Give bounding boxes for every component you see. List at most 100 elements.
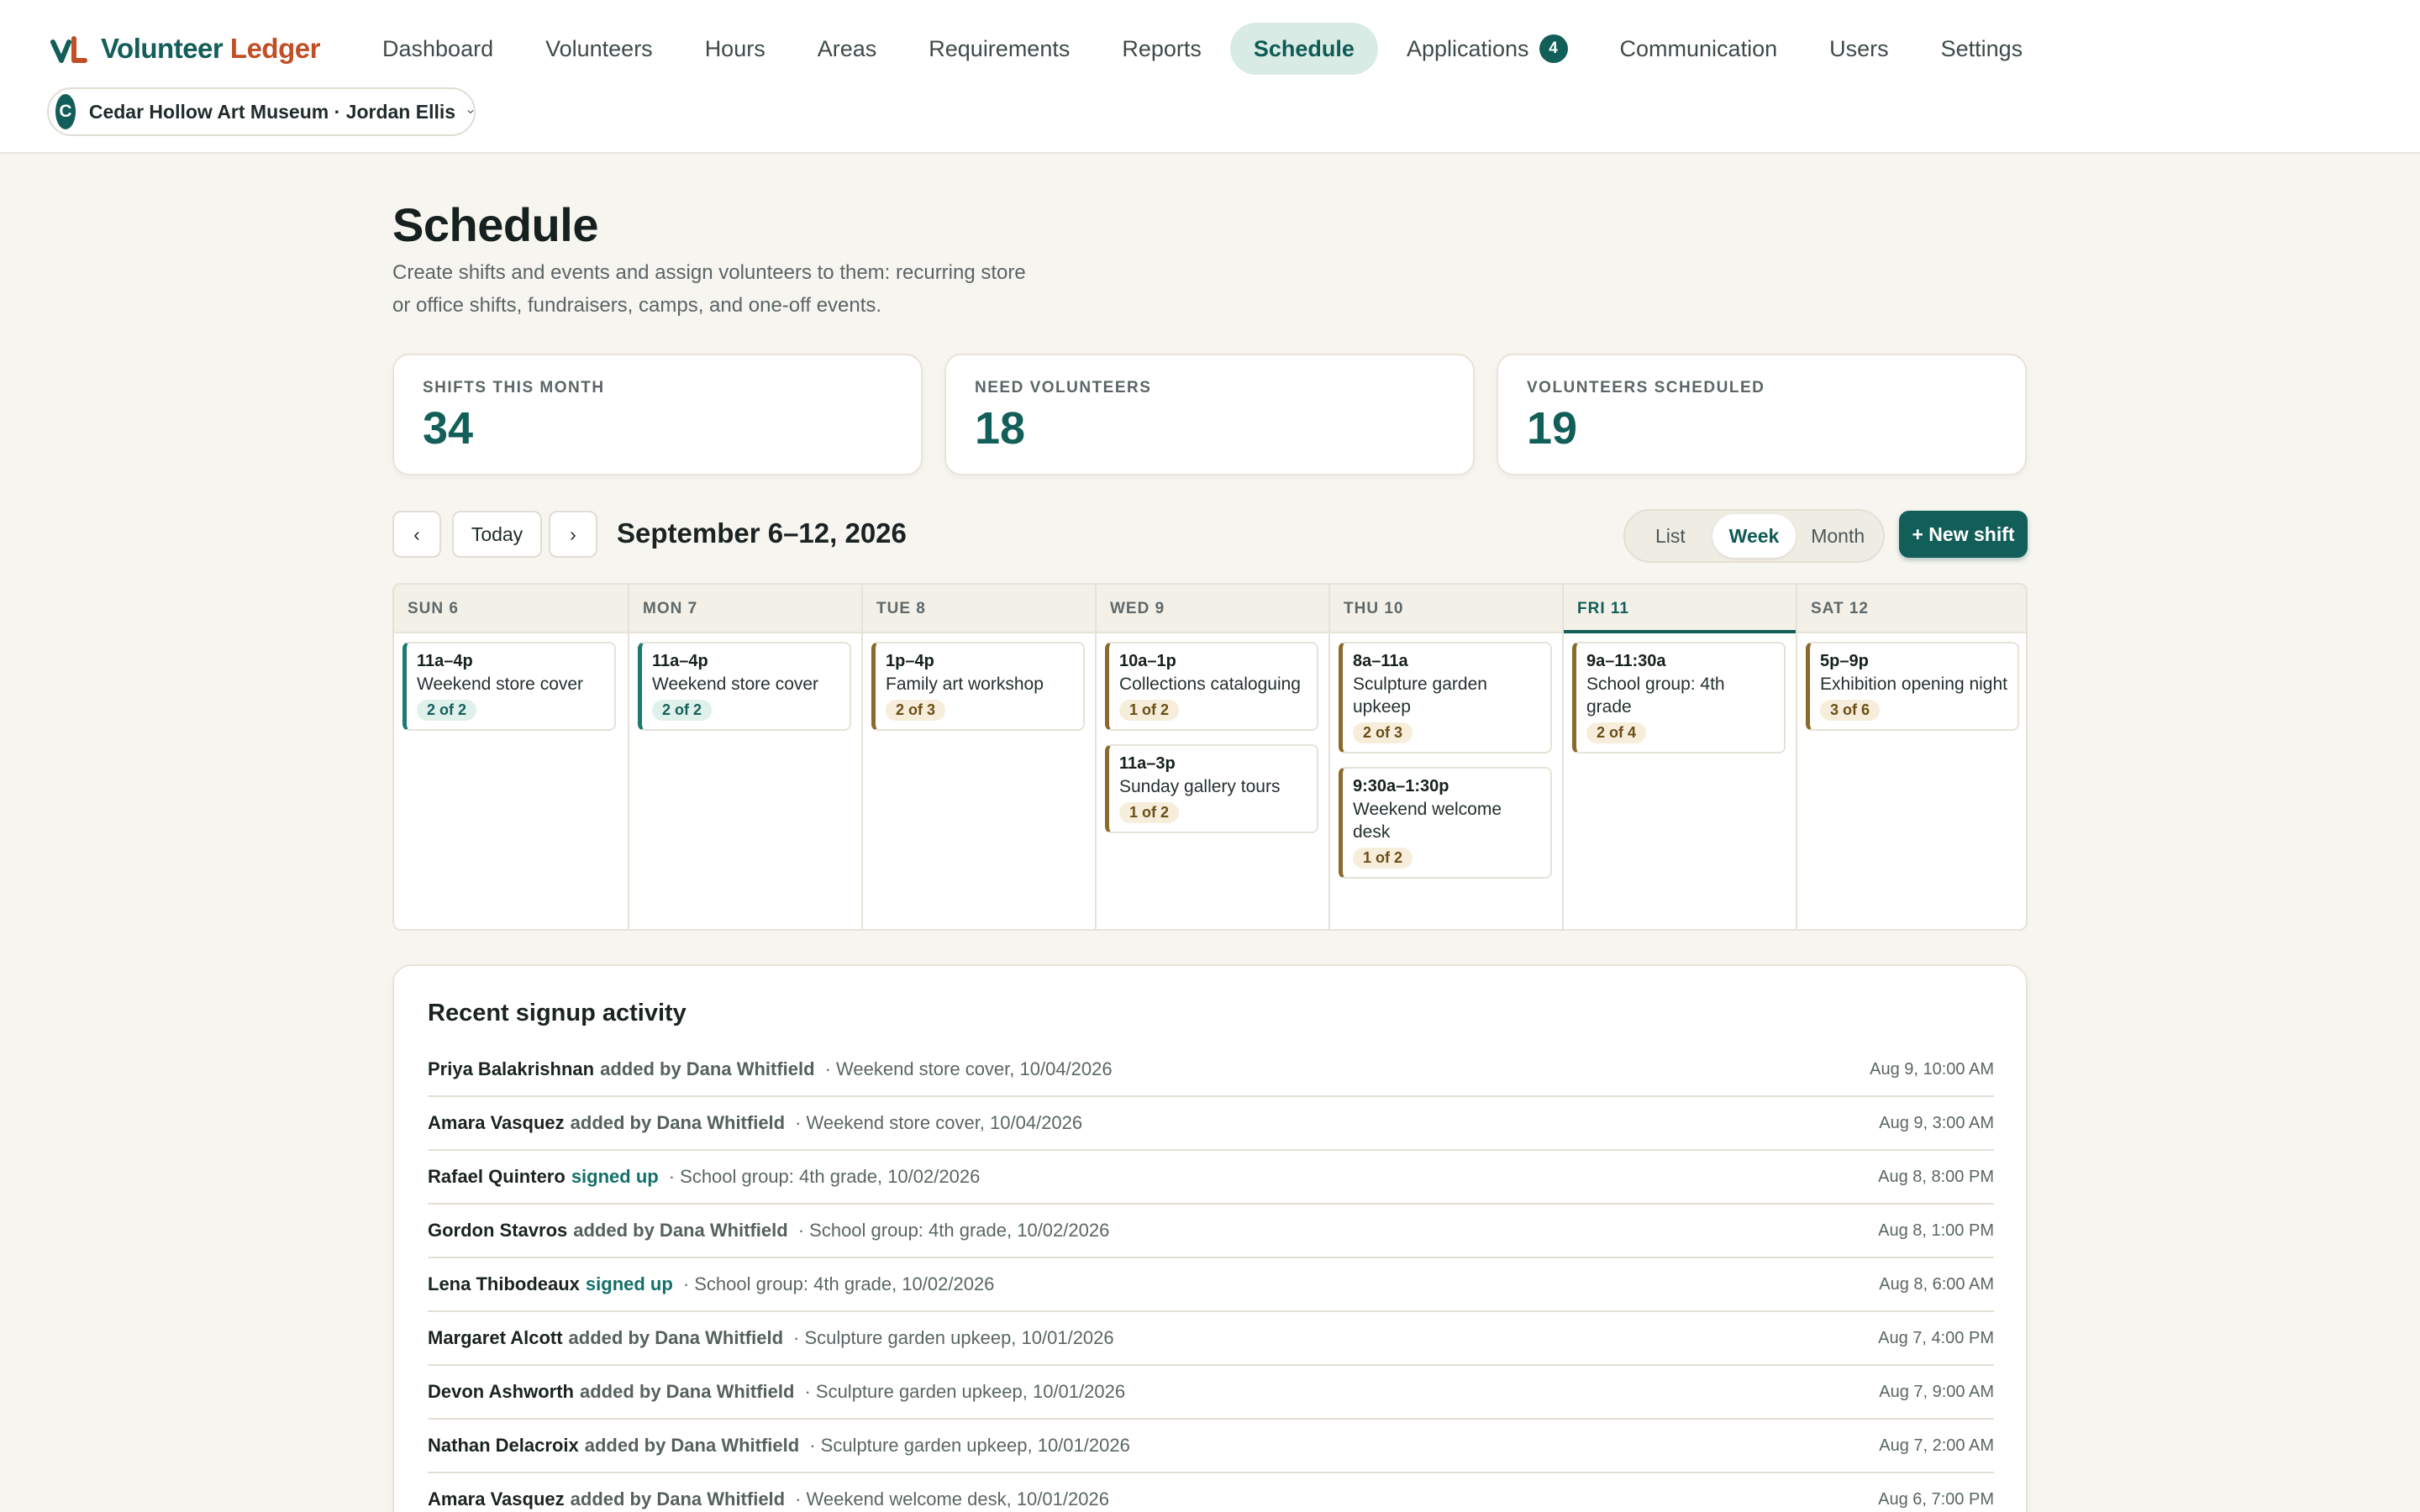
day-label: SUN 6 <box>408 600 459 617</box>
shift-card[interactable]: 11a–4p Weekend store cover 2 of 2 <box>402 642 616 731</box>
day-column-thu: THU 10 8a–11a Sculpture garden upkeep 2 … <box>1328 585 1562 929</box>
volunteer-name[interactable]: Gordon Stavros <box>428 1220 567 1242</box>
next-week-button[interactable]: › <box>549 511 597 558</box>
page-title: Schedule <box>392 198 598 251</box>
activity-action: added by Dana Whitfield <box>584 1435 800 1456</box>
view-week-option[interactable]: Week <box>1712 514 1797 558</box>
new-shift-button[interactable]: + New shift <box>1899 511 2028 558</box>
week-calendar: SUN 6 11a–4p Weekend store cover 2 of 2 … <box>392 583 2028 931</box>
shift-time: 11a–4p <box>652 652 708 670</box>
shift-card[interactable]: 8a–11a Sculpture garden upkeep 2 of 3 <box>1339 642 1552 753</box>
shift-time: 9:30a–1:30p <box>1353 777 1449 795</box>
activity-detail: · Weekend store cover, 10/04/2026 <box>795 1112 1083 1133</box>
volunteer-name[interactable]: Amara Vasquez <box>428 1112 565 1134</box>
activity-row: Amara Vasquez added by Dana Whitfield · … <box>428 1473 1994 1512</box>
activity-row: Rafael Quintero signed up · School group… <box>428 1151 1994 1205</box>
activity-row: Nathan Delacroix added by Dana Whitfield… <box>428 1420 1994 1473</box>
shift-time: 5p–9p <box>1820 652 1869 670</box>
shift-card[interactable]: 11a–3p Sunday gallery tours 1 of 2 <box>1105 744 1318 833</box>
shift-card[interactable]: 11a–4p Weekend store cover 2 of 2 <box>638 642 851 731</box>
volunteer-name[interactable]: Margaret Alcott <box>428 1327 563 1349</box>
day-label: TUE 8 <box>876 600 926 617</box>
activity-row: Devon Ashworth added by Dana Whitfield ·… <box>428 1366 1994 1420</box>
view-toggle: List Week Month <box>1623 509 1885 563</box>
activity-action: added by Dana Whitfield <box>579 1381 795 1402</box>
org-avatar: C <box>55 94 76 129</box>
volunteer-name[interactable]: Nathan Delacroix <box>428 1435 579 1457</box>
shift-card[interactable]: 5p–9p Exhibition opening night 3 of 6 <box>1806 642 2019 731</box>
nav-settings[interactable]: Settings <box>1918 23 2047 75</box>
stat-value: 19 <box>1527 403 1578 454</box>
nav-schedule[interactable]: Schedule <box>1229 23 1378 75</box>
shift-card[interactable]: 1p–4p Family art workshop 2 of 3 <box>871 642 1085 731</box>
stat-label: VOLUNTEERS SCHEDULED <box>1527 379 1765 396</box>
view-month-option[interactable]: Month <box>1796 514 1880 558</box>
activity-row: Gordon Stavros added by Dana Whitfield ·… <box>428 1205 1994 1258</box>
activity-timestamp: Aug 7, 9:00 AM <box>1879 1382 1994 1401</box>
volunteer-name[interactable]: Devon Ashworth <box>428 1381 574 1403</box>
volunteer-name[interactable]: Rafael Quintero <box>428 1166 566 1188</box>
nav-hours[interactable]: Hours <box>681 23 789 75</box>
recent-signup-activity-panel: Recent signup activity Priya Balakrishna… <box>392 964 2028 1512</box>
previous-week-button[interactable]: ‹ <box>392 511 441 558</box>
shift-title: Collections cataloguing <box>1119 675 1301 694</box>
activity-row: Priya Balakrishnan added by Dana Whitfie… <box>428 1043 1994 1097</box>
shift-title: Exhibition opening night <box>1820 675 2008 694</box>
nav-dashboard[interactable]: Dashboard <box>359 23 517 75</box>
nav-applications[interactable]: Applications 4 <box>1383 23 1591 75</box>
page-description: Create shifts and events and assign volu… <box>392 261 1026 317</box>
chevron-down-icon <box>467 110 474 113</box>
activity-action: signed up <box>571 1166 659 1187</box>
organization-selector[interactable]: C Cedar Hollow Art Museum · Jordan Ellis <box>47 87 476 136</box>
activity-detail: · Sculpture garden upkeep, 10/01/2026 <box>793 1327 1114 1348</box>
day-label: WED 9 <box>1110 600 1165 617</box>
activity-detail: · School group: 4th grade, 10/02/2026 <box>668 1166 981 1187</box>
activity-timestamp: Aug 6, 7:00 PM <box>1878 1489 1994 1509</box>
shift-title: Weekend store cover <box>417 675 584 694</box>
activity-list: Priya Balakrishnan added by Dana Whitfie… <box>428 1043 1994 1512</box>
schedule-toolbar: ‹ Today › September 6–12, 2026 List Week… <box>392 509 2028 563</box>
activity-row: Margaret Alcott added by Dana Whitfield … <box>428 1312 1994 1366</box>
activity-detail: · Weekend welcome desk, 10/01/2026 <box>795 1488 1109 1509</box>
shift-card[interactable]: 10a–1p Collections cataloguing 1 of 2 <box>1105 642 1318 731</box>
stat-label: NEED VOLUNTEERS <box>975 379 1152 396</box>
nav-requirements[interactable]: Requirements <box>905 23 1093 75</box>
stat-card-volunteers-scheduled: VOLUNTEERS SCHEDULED 19 <box>1497 354 2027 475</box>
shift-fill-badge: 3 of 6 <box>1820 700 1881 721</box>
activity-detail: · Weekend store cover, 10/04/2026 <box>824 1058 1113 1079</box>
nav-reports[interactable]: Reports <box>1098 23 1225 75</box>
shift-fill-badge: 2 of 4 <box>1586 722 1647 743</box>
volunteer-name[interactable]: Lena Thibodeaux <box>428 1273 580 1295</box>
shift-time: 8a–11a <box>1353 652 1408 670</box>
stat-value: 34 <box>423 403 474 454</box>
volunteer-name[interactable]: Amara Vasquez <box>428 1488 565 1510</box>
view-list-option[interactable]: List <box>1628 514 1712 558</box>
shift-card[interactable]: 9:30a–1:30p Weekend welcome desk 1 of 2 <box>1339 767 1552 879</box>
shift-title: Family art workshop <box>886 675 1044 694</box>
shift-fill-badge: 1 of 2 <box>1353 848 1413 869</box>
activity-action: added by Dana Whitfield <box>573 1220 788 1241</box>
activity-detail: · Sculpture garden upkeep, 10/01/2026 <box>809 1435 1130 1456</box>
activity-action: added by Dana Whitfield <box>570 1112 786 1133</box>
day-column-wed: WED 9 10a–1p Collections cataloguing 1 o… <box>1095 585 1328 929</box>
day-label: THU 10 <box>1344 600 1404 617</box>
nav-communication[interactable]: Communication <box>1597 23 1802 75</box>
day-column-tue: TUE 8 1p–4p Family art workshop 2 of 3 <box>861 585 1095 929</box>
brand-logo[interactable]: Volunteer Ledger <box>50 30 320 67</box>
nav-volunteers[interactable]: Volunteers <box>522 23 676 75</box>
shift-card[interactable]: 9a–11:30a School group: 4th grade 2 of 4 <box>1572 642 1786 753</box>
date-range-label: September 6–12, 2026 <box>617 517 907 549</box>
today-button[interactable]: Today <box>452 511 542 558</box>
volunteer-name[interactable]: Priya Balakrishnan <box>428 1058 594 1080</box>
nav-areas[interactable]: Areas <box>794 23 901 75</box>
today-indicator <box>1564 630 1796 633</box>
activity-timestamp: Aug 8, 6:00 AM <box>1879 1274 1994 1294</box>
nav-users[interactable]: Users <box>1806 23 1912 75</box>
applications-count-badge: 4 <box>1539 34 1568 63</box>
shift-fill-badge: 2 of 2 <box>417 700 477 721</box>
activity-timestamp: Aug 7, 2:00 AM <box>1879 1436 1994 1455</box>
activity-timestamp: Aug 8, 1:00 PM <box>1878 1221 1994 1240</box>
day-label: MON 7 <box>643 600 698 617</box>
day-column-sat: SAT 12 5p–9p Exhibition opening night 3 … <box>1796 585 2026 929</box>
day-column-sun: SUN 6 11a–4p Weekend store cover 2 of 2 <box>394 585 628 929</box>
